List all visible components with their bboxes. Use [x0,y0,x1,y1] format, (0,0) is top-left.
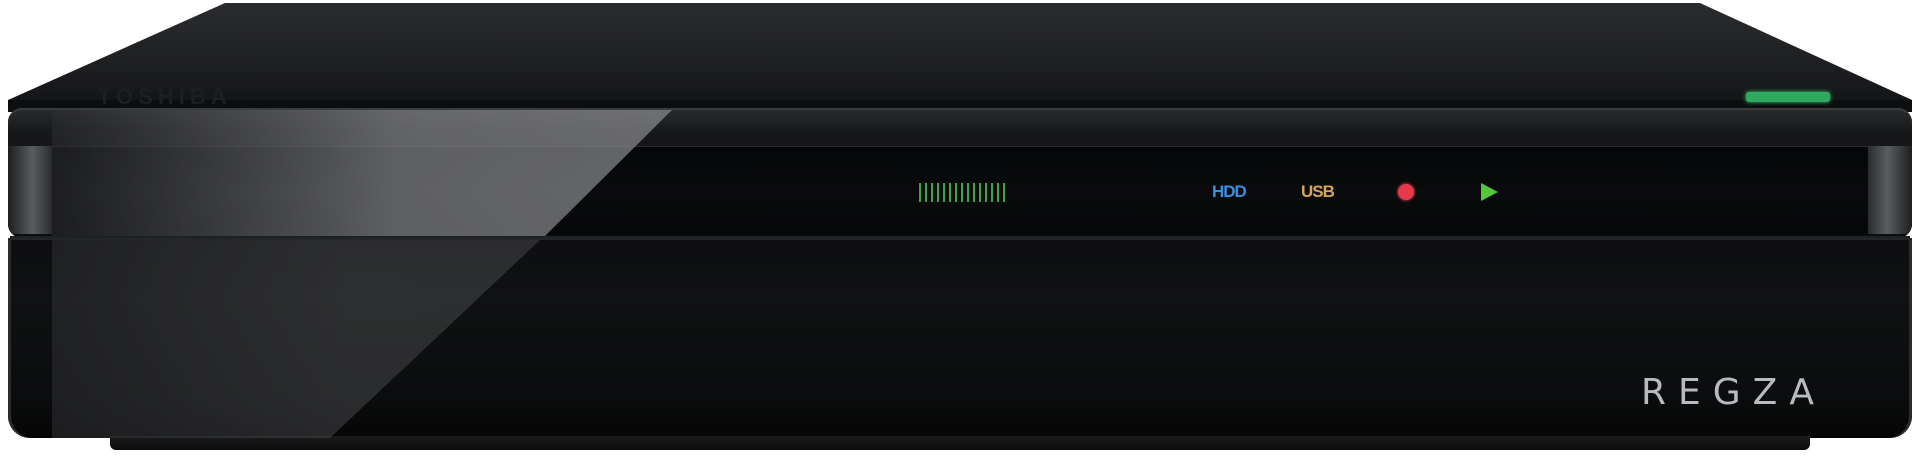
regza-logo: REGZA [1641,372,1826,413]
device-base [110,436,1810,450]
upper-front-panel [8,108,1912,238]
play-triangle-icon [1481,183,1498,201]
lower-front-panel [8,238,1912,438]
toshiba-logo: TOSHIBA [98,84,232,109]
power-led-icon [1746,92,1830,102]
level-meter-icon [919,183,1005,202]
hdd-indicator: HDD [1212,182,1247,201]
record-dot-icon [1398,184,1414,200]
usb-indicator: USB [1301,182,1335,201]
top-lid [8,3,1912,112]
right-side-cap [1868,146,1912,234]
left-side-cap [8,146,52,234]
recorder-device: TOSHIBA HDD USB REGZA [0,0,1920,458]
